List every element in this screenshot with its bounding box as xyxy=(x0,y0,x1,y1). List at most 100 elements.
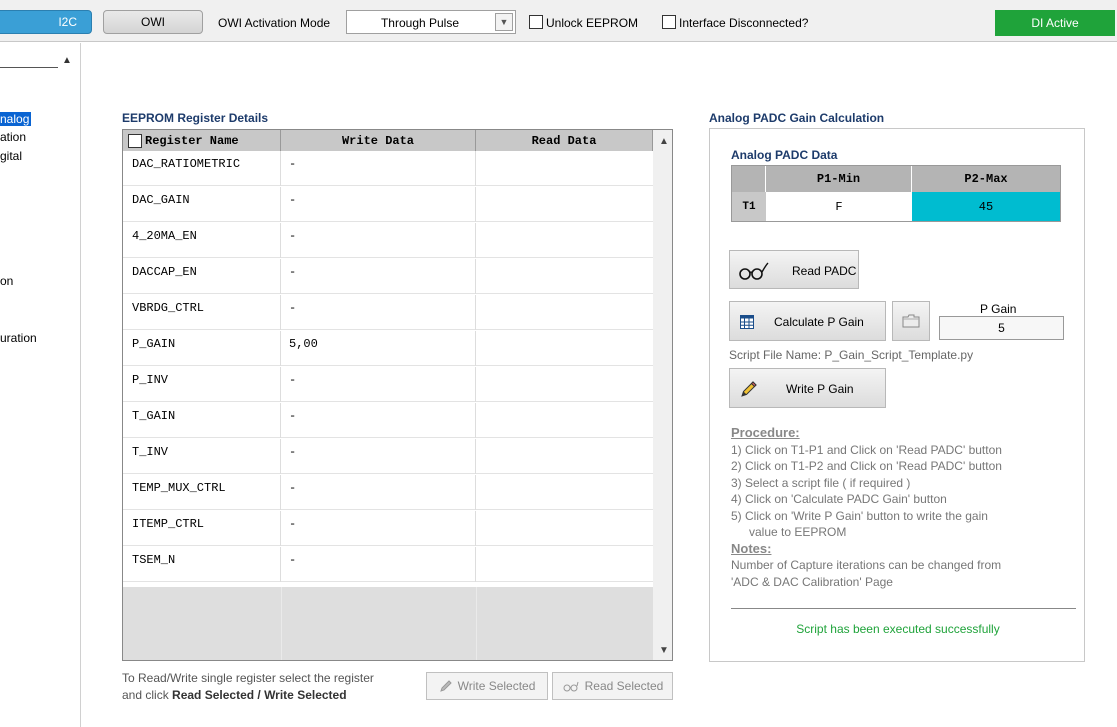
padc-cell-t1-p2[interactable]: 45 xyxy=(912,192,1060,221)
write-data-cell[interactable]: - xyxy=(281,151,476,186)
write-data-cell[interactable]: - xyxy=(281,511,476,546)
p-gain-label: P Gain xyxy=(980,302,1017,316)
table-row[interactable]: TEMP_MUX_CTRL - xyxy=(123,475,653,510)
read-selected-label: Read Selected xyxy=(584,679,664,693)
procedure-step: 2) Click on T1-P2 and Click on 'Read PAD… xyxy=(731,459,1002,473)
read-data-cell xyxy=(476,151,653,186)
write-data-cell[interactable]: - xyxy=(281,223,476,258)
scroll-up-icon[interactable]: ▲ xyxy=(659,136,669,147)
nav-item-calibration[interactable]: ation xyxy=(0,130,26,144)
eeprom-table-header: Register Name Write Data Read Data xyxy=(123,130,653,151)
nav-item-digital[interactable]: gital xyxy=(0,149,22,163)
register-name-cell: P_INV xyxy=(123,367,281,402)
write-data-cell[interactable]: - xyxy=(281,403,476,438)
register-name-cell: DAC_RATIOMETRIC xyxy=(123,151,281,186)
owi-tab-button[interactable]: OWI xyxy=(103,10,203,34)
write-p-gain-label: Write P Gain xyxy=(786,382,854,396)
interface-disconnected-checkbox[interactable] xyxy=(662,15,676,29)
glasses-icon xyxy=(563,681,579,692)
notes-title: Notes: xyxy=(731,540,772,556)
read-data-cell xyxy=(476,475,653,510)
owi-label: OWI xyxy=(141,15,165,29)
table-row[interactable]: DAC_GAIN - xyxy=(123,187,653,222)
write-data-cell[interactable]: - xyxy=(281,259,476,294)
unlock-eeprom-checkbox[interactable] xyxy=(529,15,543,29)
table-row[interactable]: DACCAP_EN - xyxy=(123,259,653,294)
read-data-cell xyxy=(476,403,653,438)
table-scrollbar[interactable]: ▲ ▼ xyxy=(653,130,672,660)
col-register-name-label: Register Name xyxy=(145,133,239,148)
table-row[interactable]: TSEM_N - xyxy=(123,547,653,582)
padc-section-title: Analog PADC Gain Calculation xyxy=(709,111,885,125)
read-padc-button[interactable]: Read PADC xyxy=(729,250,859,289)
write-data-cell[interactable]: - xyxy=(281,547,476,582)
nav-item-configuration[interactable]: uration xyxy=(0,331,37,345)
table-row[interactable]: P_INV - xyxy=(123,367,653,402)
col-register-name: Register Name xyxy=(123,130,281,151)
register-name-cell: P_GAIN xyxy=(123,331,281,366)
table-row[interactable]: T_INV - xyxy=(123,439,653,474)
padc-cell-t1-p1[interactable]: F xyxy=(766,192,912,221)
table-empty-area xyxy=(123,587,653,660)
read-data-cell xyxy=(476,367,653,402)
write-data-cell[interactable]: - xyxy=(281,295,476,330)
read-selected-button[interactable]: Read Selected xyxy=(552,672,673,700)
read-data-cell xyxy=(476,439,653,474)
scroll-down-icon[interactable]: ▼ xyxy=(659,645,669,656)
padc-data-table: P1-Min P2-Max T1 F 45 xyxy=(731,165,1061,222)
p-gain-field[interactable]: 5 xyxy=(939,316,1064,340)
unlock-eeprom-label: Unlock EEPROM xyxy=(546,16,639,30)
p-gain-value: 5 xyxy=(998,321,1005,335)
i2c-tab-button[interactable]: I2C xyxy=(0,10,92,34)
eeprom-register-table: Register Name Write Data Read Data DAC_R… xyxy=(122,129,673,661)
col-read-data-label: Read Data xyxy=(531,133,597,148)
table-row[interactable]: VBRDG_CTRL - xyxy=(123,295,653,330)
padc-col-p2-label: P2-Max xyxy=(964,172,1008,186)
write-selected-button[interactable]: Write Selected xyxy=(426,672,548,700)
read-data-cell xyxy=(476,223,653,258)
top-toolbar: I2C OWI OWI Activation Mode Through Puls… xyxy=(0,0,1117,42)
table-row[interactable]: DAC_RATIOMETRIC - xyxy=(123,151,653,186)
nav-item-on[interactable]: on xyxy=(0,274,13,288)
table-row[interactable]: 4_20MA_EN - xyxy=(123,223,653,258)
di-active-label: DI Active xyxy=(1031,16,1079,30)
padc-cell-t1-p1-value: F xyxy=(835,199,843,214)
open-script-button[interactable] xyxy=(892,301,930,341)
calculate-p-gain-button[interactable]: Calculate P Gain xyxy=(729,301,886,341)
select-all-checkbox[interactable] xyxy=(128,134,142,148)
table-row[interactable]: ITEMP_CTRL - xyxy=(123,511,653,546)
col-write-data: Write Data xyxy=(281,130,476,151)
glasses-icon xyxy=(739,262,769,280)
write-data-cell[interactable]: - xyxy=(281,439,476,474)
padc-cell-t1-p2-value: 45 xyxy=(978,199,994,214)
register-name-cell: 4_20MA_EN xyxy=(123,223,281,258)
write-p-gain-button[interactable]: Write P Gain xyxy=(729,368,886,408)
eeprom-section-title: EEPROM Register Details xyxy=(122,111,269,125)
eeprom-hint: To Read/Write single register select the… xyxy=(122,670,374,704)
left-nav-panel: ▲ nalog ation gital on uration xyxy=(0,43,81,727)
write-data-cell[interactable]: 5,00 xyxy=(281,331,476,366)
i2c-label: I2C xyxy=(58,15,77,29)
read-data-cell xyxy=(476,511,653,546)
read-data-cell xyxy=(476,259,653,294)
col-read-data: Read Data xyxy=(476,130,653,151)
pencil-icon xyxy=(439,680,452,692)
table-row[interactable]: P_GAIN 5,00 xyxy=(123,331,653,366)
table-row[interactable]: T_GAIN - xyxy=(123,403,653,438)
procedure-step: value to EEPROM xyxy=(749,525,847,539)
nav-item-analog[interactable]: nalog xyxy=(0,112,32,126)
write-data-cell[interactable]: - xyxy=(281,187,476,222)
note-line: 'ADC & DAC Calibration' Page xyxy=(731,574,893,589)
padc-row-t1-label: T1 xyxy=(742,200,756,213)
register-name-cell: T_INV xyxy=(123,439,281,474)
write-data-cell[interactable]: - xyxy=(281,475,476,510)
folder-icon xyxy=(902,314,920,328)
read-padc-label: Read PADC xyxy=(792,264,857,278)
chevron-down-icon[interactable]: ▼ xyxy=(495,13,513,31)
activation-mode-select[interactable]: Through Pulse ▼ xyxy=(346,10,516,34)
procedure-title: Procedure: xyxy=(731,425,800,440)
write-data-cell[interactable]: - xyxy=(281,367,476,402)
register-name-cell: TEMP_MUX_CTRL xyxy=(123,475,281,510)
procedure-block: Procedure: 1) Click on T1-P1 and Click o… xyxy=(731,425,1002,590)
scroll-up-icon[interactable]: ▲ xyxy=(62,55,72,66)
